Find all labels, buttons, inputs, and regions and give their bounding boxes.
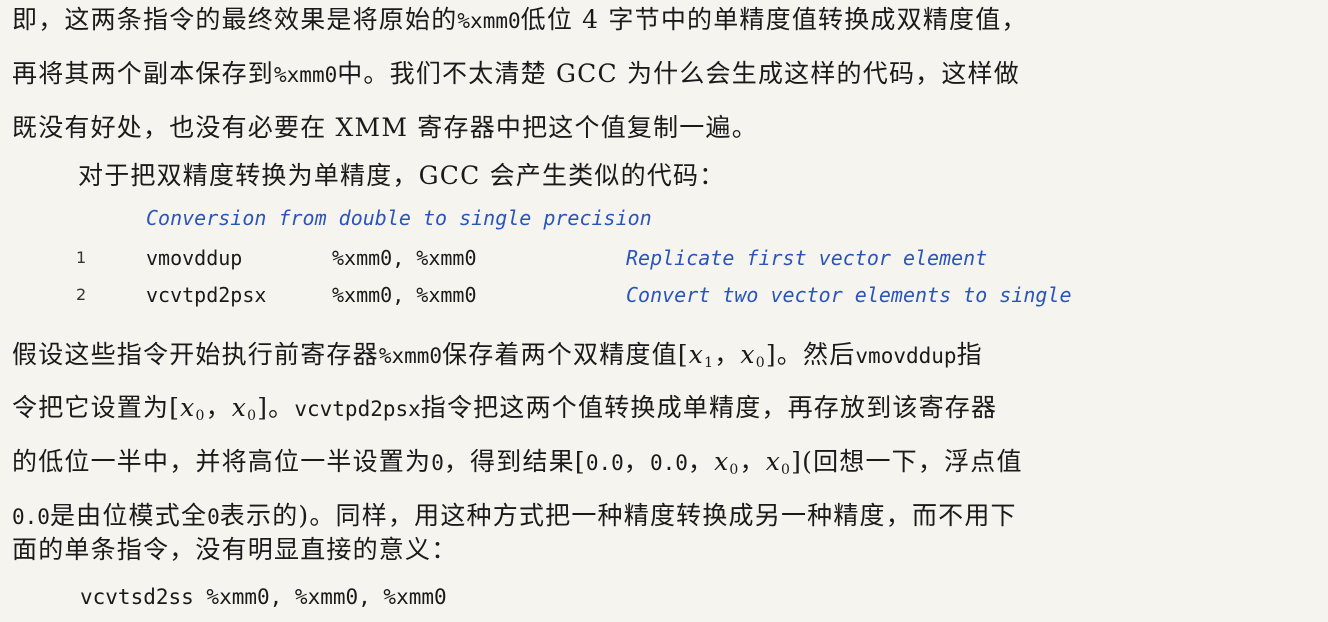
text: 是由位模式全 bbox=[49, 501, 208, 530]
inline-code: 0.0 bbox=[585, 451, 624, 475]
code-comment: Replicate first vector element bbox=[626, 246, 988, 270]
text: 中。我们不太清楚 GCC 为什么会生成这样的代码，这样做 bbox=[337, 59, 1020, 88]
text: 的低位一半中，并将高位一半设置为 bbox=[12, 447, 432, 476]
math-var: x bbox=[231, 393, 248, 422]
inline-code: 0.0 bbox=[649, 451, 688, 475]
text: 令把它设置为[ bbox=[12, 393, 181, 422]
para1-line3: 既没有好处，也没有必要在 XMM 寄存器中把这个值复制一遍。 bbox=[12, 110, 758, 146]
text: 面的单条指令，没有明显直接的意义： bbox=[12, 535, 458, 564]
line-number: 1 bbox=[76, 248, 87, 267]
inline-code: 0 bbox=[207, 505, 220, 529]
para3-line4: 0.0是由位模式全0表示的)。同样，用这种方式把一种精度转换成另一种精度，而不用… bbox=[12, 498, 1017, 535]
text: 既没有好处，也没有必要在 XMM 寄存器中把这个值复制一遍。 bbox=[12, 113, 758, 142]
math-var: x bbox=[180, 393, 196, 422]
text: 即，这两条指令的最终效果是将原始的 bbox=[12, 5, 458, 34]
para1-line1: 即，这两条指令的最终效果是将原始的%xmm0低位 4 字节中的单精度值转换成双精… bbox=[12, 2, 1028, 39]
text: ， bbox=[687, 447, 715, 476]
text: 假设这些指令开始执行前寄存器 bbox=[12, 340, 379, 369]
math-var: x bbox=[714, 447, 730, 476]
operands: %xmm0, %xmm0 bbox=[332, 283, 477, 307]
math-subscript: 0 bbox=[781, 462, 792, 478]
inline-code: 0 bbox=[431, 451, 444, 475]
instruction: vmovddup bbox=[146, 246, 243, 270]
math-var: x bbox=[688, 340, 705, 369]
math-subscript: 0 bbox=[247, 408, 258, 424]
text: ，得到结果[ bbox=[443, 447, 586, 476]
text: ， bbox=[739, 447, 766, 476]
text: 指令把这两个值转换成单精度，再存放到该寄存器 bbox=[420, 393, 998, 422]
inline-code: vmovddup bbox=[855, 344, 957, 368]
inline-code: %xmm0 bbox=[378, 344, 443, 368]
math-subscript: 0 bbox=[195, 408, 206, 424]
text: 表示的)。同样，用这种方式把一种精度转换成另一种精度，而不用下 bbox=[219, 501, 1017, 530]
math-subscript: 1 bbox=[704, 355, 715, 371]
text: 低位 4 字节中的单精度值转换成双精度值， bbox=[520, 5, 1028, 34]
text: ， bbox=[714, 340, 741, 369]
text: 再将其两个副本保存到 bbox=[12, 59, 275, 88]
instruction: vcvtpd2psx bbox=[146, 283, 267, 307]
math-var: x bbox=[765, 447, 782, 476]
text: 指 bbox=[956, 340, 983, 369]
para2-line1: 对于把双精度转换为单精度，GCC 会产生类似的代码： bbox=[78, 158, 725, 194]
para3-line5: 面的单条指令，没有明显直接的意义： bbox=[12, 532, 457, 568]
inline-code: 0.0 bbox=[12, 505, 50, 529]
math-subscript: 0 bbox=[729, 462, 740, 478]
text: ]。 bbox=[257, 393, 295, 422]
para3-line2: 令把它设置为[x0，x0]。vcvtpd2psx指令把这两个值转换成单精度，再存… bbox=[12, 390, 997, 434]
text: ， bbox=[623, 447, 650, 476]
text: ， bbox=[205, 393, 232, 422]
single-instruction-code: vcvtsd2ss %xmm0, %xmm0, %xmm0 bbox=[80, 585, 447, 609]
para3-line3: 的低位一半中，并将高位一半设置为0，得到结果[0.0，0.0，x0，x0](回想… bbox=[12, 444, 1023, 488]
text: ]。然后 bbox=[765, 340, 856, 369]
inline-code: %xmm0 bbox=[274, 63, 338, 87]
code-header-comment: Conversion from double to single precisi… bbox=[146, 206, 652, 230]
math-var: x bbox=[740, 340, 756, 369]
code-comment: Convert two vector elements to single bbox=[626, 283, 1072, 307]
book-page: 即，这两条指令的最终效果是将原始的%xmm0低位 4 字节中的单精度值转换成双精… bbox=[0, 0, 1328, 622]
text: 对于把双精度转换为单精度，GCC 会产生类似的代码： bbox=[78, 161, 726, 190]
math-subscript: 0 bbox=[755, 355, 766, 371]
text: ](回想一下，浮点值 bbox=[791, 447, 1023, 476]
line-number: 2 bbox=[76, 285, 87, 304]
para3-line1: 假设这些指令开始执行前寄存器%xmm0保存着两个双精度值[x1，x0]。然后vm… bbox=[12, 337, 983, 381]
inline-code: %xmm0 bbox=[457, 9, 521, 33]
para1-line2: 再将其两个副本保存到%xmm0中。我们不太清楚 GCC 为什么会生成这样的代码，… bbox=[12, 56, 1020, 93]
text: 保存着两个双精度值[ bbox=[442, 340, 689, 369]
inline-code: vcvtpd2psx bbox=[294, 397, 421, 421]
operands: %xmm0, %xmm0 bbox=[332, 246, 477, 270]
